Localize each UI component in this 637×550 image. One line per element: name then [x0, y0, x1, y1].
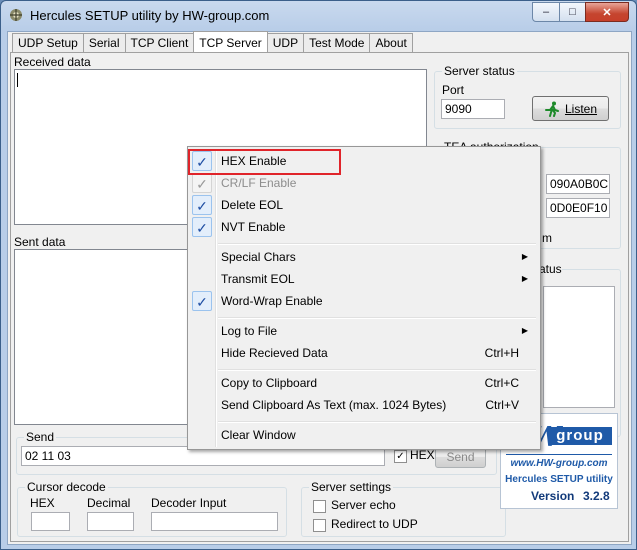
highlight-annotation: [188, 149, 341, 175]
maximize-button[interactable]: □: [559, 2, 586, 22]
logo-rule: [506, 454, 612, 455]
menu-item-crlf-enable[interactable]: ✓ CR/LF Enable: [190, 172, 538, 194]
tab-udp-setup[interactable]: UDP Setup: [12, 33, 84, 52]
menu-item-label: Log to File: [221, 324, 278, 338]
port-label: Port: [442, 83, 465, 97]
tab-bar: UDP Setup Serial TCP Client TCP Server U…: [12, 31, 413, 53]
submenu-arrow-icon: ▶: [521, 274, 528, 283]
close-button[interactable]: ✕: [585, 2, 629, 22]
cursor-hex-label: HEX: [30, 496, 55, 510]
tab-about[interactable]: About: [369, 33, 413, 52]
minimize-button[interactable]: –: [532, 2, 560, 22]
menu-item-special-chars[interactable]: Special Chars ▶: [190, 246, 538, 268]
menu-shortcut: Ctrl+C: [484, 376, 519, 390]
menu-item-label: Clear Window: [221, 428, 296, 442]
tea-key1-input[interactable]: 090A0B0C: [546, 174, 610, 194]
window-title: Hercules SETUP utility by HW-group.com: [30, 8, 270, 23]
tab-tcp-client[interactable]: TCP Client: [124, 33, 195, 52]
listen-label: Listen: [564, 101, 598, 116]
port-input[interactable]: 9090: [441, 99, 505, 119]
running-man-icon: [544, 101, 559, 117]
menu-item-clear-window[interactable]: Clear Window: [190, 424, 538, 446]
server-status-title: Server status: [442, 64, 517, 78]
decoder-input-label: Decoder Input: [151, 496, 227, 510]
server-echo-label: Server echo: [331, 498, 396, 512]
server-echo-checkbox[interactable]: [313, 500, 326, 513]
menu-item-label: Hide Recieved Data: [221, 346, 328, 360]
logo-url: www.HW-group.com: [510, 458, 608, 469]
send-hex-checkbox[interactable]: ✓: [394, 450, 407, 463]
menu-item-word-wrap[interactable]: ✓ Word-Wrap Enable: [190, 290, 538, 312]
cursor-hex-field: [31, 512, 70, 531]
text-cursor: [17, 73, 18, 87]
received-data-label: Received data: [14, 55, 91, 69]
cursor-decode-title: Cursor decode: [25, 480, 108, 494]
listen-button[interactable]: Listen: [532, 96, 609, 121]
cursor-decimal-label: Decimal: [87, 496, 131, 510]
client-status-partial-label: atus: [539, 262, 562, 276]
submenu-arrow-icon: ▶: [521, 252, 528, 261]
logo-version-number: 3.2.8: [583, 489, 610, 503]
cursor-decode-group: Cursor decode HEX Decimal Decoder Input: [17, 480, 287, 537]
logo-group-text: group: [548, 427, 612, 445]
server-settings-group: Server settings Server echo Redirect to …: [301, 480, 506, 537]
menu-item-label: NVT Enable: [221, 220, 286, 234]
menu-item-nvt-enable[interactable]: ✓ NVT Enable: [190, 216, 538, 238]
send-title: Send: [24, 430, 57, 444]
check-icon: ✓: [192, 173, 212, 193]
menu-item-delete-eol[interactable]: ✓ Delete EOL: [190, 194, 538, 216]
tea-key2-input[interactable]: 0D0E0F10: [546, 198, 610, 218]
check-icon: ✓: [192, 291, 212, 311]
menu-item-label: Word-Wrap Enable: [221, 294, 323, 308]
tab-udp[interactable]: UDP: [266, 33, 305, 52]
logo-product-name: Hercules SETUP utility: [505, 474, 613, 485]
tab-test-mode[interactable]: Test Mode: [303, 33, 371, 52]
menu-separator: [218, 369, 536, 371]
hercules-app-icon: [10, 9, 22, 21]
server-settings-title: Server settings: [309, 480, 394, 494]
menu-separator: [218, 243, 536, 245]
decoder-input-field[interactable]: [151, 512, 278, 531]
server-status-group: Server status Port 9090 Listen: [434, 64, 621, 129]
menu-shortcut: Ctrl+V: [485, 398, 519, 412]
tea-partial-label: m: [542, 231, 552, 245]
redirect-udp-label: Redirect to UDP: [331, 517, 418, 531]
menu-separator: [218, 421, 536, 423]
cursor-decimal-field: [87, 512, 134, 531]
menu-shortcut: Ctrl+H: [484, 346, 519, 360]
menu-item-label: Transmit EOL: [221, 272, 295, 286]
menu-item-send-clipboard[interactable]: Send Clipboard As Text (max. 1024 Bytes)…: [190, 394, 538, 416]
menu-item-label: Copy to Clipboard: [221, 376, 318, 390]
menu-item-copy-clipboard[interactable]: Copy to Clipboard Ctrl+C: [190, 372, 538, 394]
submenu-arrow-icon: ▶: [521, 326, 528, 335]
sent-data-label: Sent data: [14, 235, 66, 249]
check-icon: ✓: [192, 195, 212, 215]
menu-item-label: Special Chars: [221, 250, 296, 264]
title-bar[interactable]: Hercules SETUP utility by HW-group.com –…: [1, 1, 636, 31]
context-menu: ✓ HEX Enable ✓ CR/LF Enable ✓ Delete EOL…: [187, 146, 541, 450]
check-icon: ✓: [192, 217, 212, 237]
redirect-udp-checkbox[interactable]: [313, 519, 326, 532]
menu-item-log-to-file[interactable]: Log to File ▶: [190, 320, 538, 342]
menu-separator: [218, 317, 536, 319]
menu-item-transmit-eol[interactable]: Transmit EOL ▶: [190, 268, 538, 290]
menu-item-label: CR/LF Enable: [221, 176, 297, 190]
send-hex-label: HEX: [410, 448, 435, 462]
menu-item-hide-received[interactable]: Hide Recieved Data Ctrl+H: [190, 342, 538, 364]
tab-serial[interactable]: Serial: [82, 33, 126, 52]
menu-item-label: Delete EOL: [221, 198, 284, 212]
logo-version-label: Version: [531, 489, 575, 503]
menu-item-label: Send Clipboard As Text (max. 1024 Bytes): [221, 398, 447, 412]
tab-tcp-server[interactable]: TCP Server: [193, 31, 268, 52]
client-list[interactable]: [543, 286, 615, 408]
